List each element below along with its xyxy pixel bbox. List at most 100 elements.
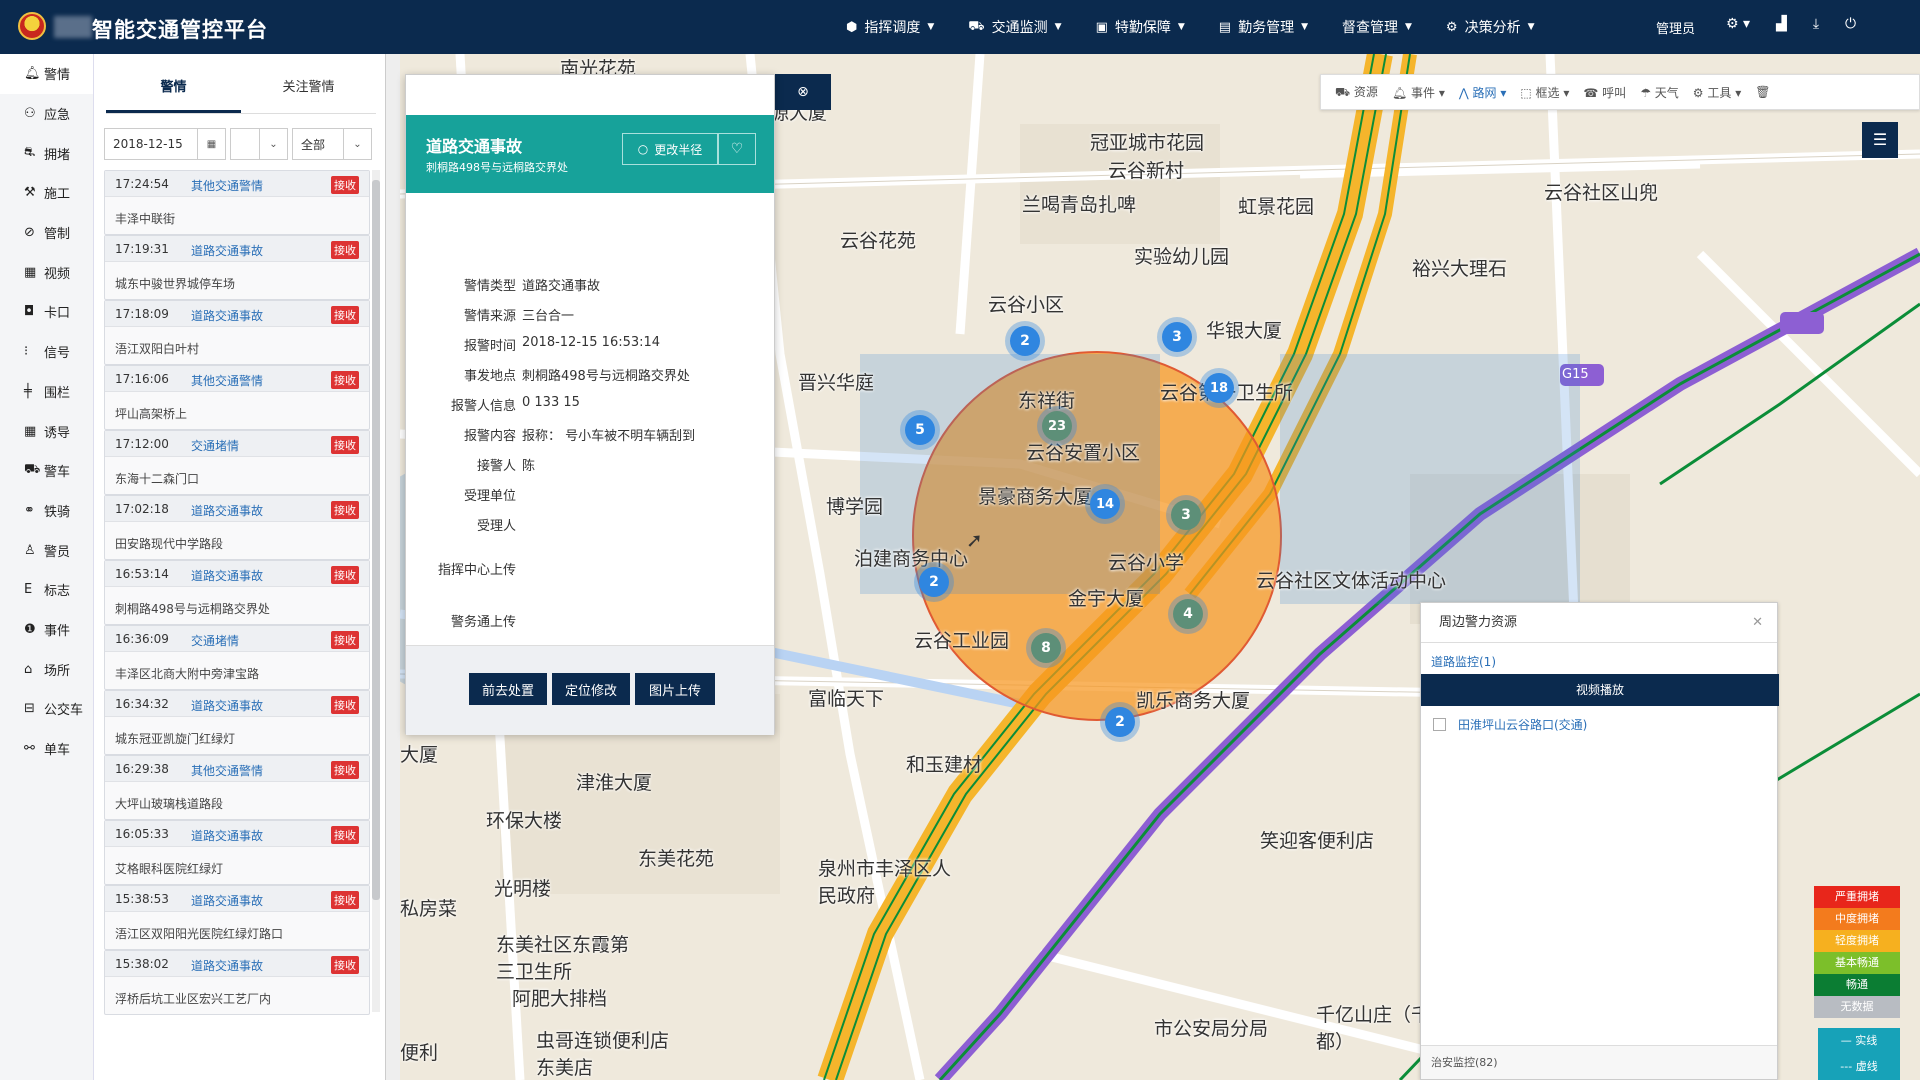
- cluster-marker[interactable]: 23: [1042, 411, 1072, 441]
- camera-item[interactable]: 田淮坪山云谷路口(交通): [1421, 706, 1777, 733]
- tool-resources[interactable]: ⛟ 资源: [1335, 83, 1378, 101]
- alert-card[interactable]: 17:19:31 道路交通事故 接收 城东中骏世界城停车场: [104, 235, 370, 300]
- date-field[interactable]: 2018-12-15 ▦: [104, 128, 226, 160]
- tab-followed-alerts[interactable]: 关注警情: [241, 74, 376, 113]
- tool-weather[interactable]: ☂ 天气: [1640, 84, 1679, 101]
- go-handle-button[interactable]: 前去处置: [469, 673, 547, 705]
- sidebar-item-motorcycle[interactable]: ⚭ 铁骑: [0, 491, 93, 531]
- cluster-marker[interactable]: 3: [1162, 322, 1192, 352]
- favorite-heart-icon[interactable]: ♡: [718, 133, 756, 165]
- alert-location: 浯江区双阳阳光医院红绿灯路口: [115, 927, 284, 941]
- tool-road-network[interactable]: ⋀ 路网 ▾: [1459, 84, 1507, 101]
- sidebar-item-guidance[interactable]: ▦ 诱导: [0, 411, 93, 451]
- detail-close-button[interactable]: ⊗: [775, 74, 831, 110]
- sidebar-item-sign[interactable]: E 标志: [0, 570, 93, 610]
- cluster-marker[interactable]: 18: [1204, 373, 1234, 403]
- map-label: 虫哥连锁便利店东美店: [536, 1030, 670, 1079]
- receive-button[interactable]: 接收: [331, 761, 359, 779]
- alert-card[interactable]: 16:34:32 道路交通事故 接收 城东冠亚凯旋门红绿灯: [104, 690, 370, 755]
- alert-card[interactable]: 16:53:14 道路交通事故 接收 刺桐路498号与远桐路交界处: [104, 560, 370, 625]
- nav-decision-analysis[interactable]: ⚙ 决策分析 ▼: [1446, 0, 1535, 54]
- detail-title: 道路交通事故: [426, 137, 523, 156]
- sidebar-item-fence[interactable]: ╪ 围栏: [0, 372, 93, 412]
- chevron-down-icon: ⌄: [343, 129, 371, 159]
- alert-card[interactable]: 16:29:38 其他交通警情 接收 大坪山玻璃栈道路段: [104, 755, 370, 820]
- tab-alerts[interactable]: 警情: [106, 74, 241, 113]
- change-radius-button[interactable]: ○ 更改半径: [622, 133, 718, 165]
- settings-icon[interactable]: ⚙ ▾: [1726, 16, 1750, 32]
- road-monitor-section[interactable]: 道路监控(1): [1421, 643, 1777, 670]
- nav-special-duty[interactable]: ▣ 特勤保障 ▼: [1096, 0, 1185, 54]
- play-video-button[interactable]: 视频播放: [1421, 674, 1779, 706]
- cluster-marker[interactable]: 8: [1031, 633, 1061, 663]
- alert-list-scrollbar-thumb[interactable]: [372, 180, 380, 900]
- sidebar-item-control[interactable]: ⊘ 管制: [0, 213, 93, 253]
- calendar-icon[interactable]: ▦: [197, 129, 225, 159]
- alert-type: 其他交通警情: [191, 374, 264, 388]
- receive-button[interactable]: 接收: [331, 826, 359, 844]
- upload-image-button[interactable]: 图片上传: [635, 673, 715, 705]
- receive-button[interactable]: 接收: [331, 436, 359, 454]
- cluster-marker[interactable]: 4: [1173, 599, 1203, 629]
- status-select[interactable]: 全部 ⌄: [292, 128, 372, 160]
- type-select[interactable]: ⌄: [230, 128, 288, 160]
- layers-menu-button[interactable]: ☰: [1862, 122, 1898, 158]
- sidebar-item-emergency[interactable]: ⚇ 应急: [0, 94, 93, 134]
- sidebar-item-congestion[interactable]: ⛐ 拥堵: [0, 133, 93, 173]
- cluster-marker[interactable]: 2: [919, 567, 949, 597]
- receive-button[interactable]: 接收: [331, 306, 359, 324]
- cluster-marker[interactable]: 2: [1105, 707, 1135, 737]
- close-icon[interactable]: ✕: [1752, 603, 1763, 643]
- alert-card[interactable]: 17:16:06 其他交通警情 接收 坪山高架桥上: [104, 365, 370, 430]
- alert-card[interactable]: 17:02:18 道路交通事故 接收 田安路现代中学路段: [104, 495, 370, 560]
- alert-card[interactable]: 17:18:09 道路交通事故 接收 浯江双阳白叶村: [104, 300, 370, 365]
- alert-card[interactable]: 15:38:53 道路交通事故 接收 浯江区双阳阳光医院红绿灯路口: [104, 885, 370, 950]
- sidebar-item-officer[interactable]: ♙ 警员: [0, 530, 93, 570]
- alert-card[interactable]: 15:38:02 道路交通事故 接收 浮桥后坑工业区宏兴工艺厂内: [104, 950, 370, 1015]
- sidebar-item-bike[interactable]: ⚯ 单车: [0, 729, 93, 769]
- sidebar-item-police-car[interactable]: ⛟ 警车: [0, 451, 93, 491]
- receive-button[interactable]: 接收: [331, 176, 359, 194]
- alert-list: 17:24:54 其他交通警情 接收 丰泽中联街 17:19:31 道路交通事故 接收 城东中…: [104, 170, 370, 1040]
- cluster-marker[interactable]: 14: [1090, 489, 1120, 519]
- receive-button[interactable]: 接收: [331, 696, 359, 714]
- trash-icon[interactable]: 🗑︎: [1755, 85, 1770, 99]
- tool-tools[interactable]: ⚙ 工具 ▾: [1693, 84, 1741, 101]
- tool-box-select[interactable]: ⬚ 框选 ▾: [1520, 84, 1569, 101]
- tool-events[interactable]: 🔔︎ 事件 ▾: [1392, 84, 1445, 101]
- alert-card[interactable]: 17:12:00 交通堵情 接收 东海十二森门口: [104, 430, 370, 495]
- receive-button[interactable]: 接收: [331, 891, 359, 909]
- cluster-marker[interactable]: 5: [905, 415, 935, 445]
- receive-button[interactable]: 接收: [331, 371, 359, 389]
- relocate-button[interactable]: 定位修改: [552, 673, 630, 705]
- sidebar-item-signal[interactable]: ⁝ 信号: [0, 332, 93, 372]
- download-icon[interactable]: ⤓: [1813, 16, 1819, 32]
- sidebar-item-construction[interactable]: ⚒ 施工: [0, 173, 93, 213]
- sidebar-item-checkpoint[interactable]: ◘ 卡口: [0, 292, 93, 332]
- sidebar-item-event[interactable]: ❶ 事件: [0, 610, 93, 650]
- tool-call[interactable]: ☎ 呼叫: [1583, 84, 1626, 101]
- sidebar-item-venue[interactable]: ⌂ 场所: [0, 649, 93, 689]
- power-icon[interactable]: ⏻: [1845, 16, 1856, 32]
- cluster-marker[interactable]: 3: [1171, 500, 1201, 530]
- chart-icon[interactable]: ▟: [1776, 16, 1787, 32]
- alert-card[interactable]: 17:24:54 其他交通警情 接收 丰泽中联街: [104, 170, 370, 235]
- nav-duty-management[interactable]: ▤ 勤务管理 ▼: [1219, 0, 1308, 54]
- receive-button[interactable]: 接收: [331, 501, 359, 519]
- alert-card[interactable]: 16:05:33 道路交通事故 接收 艾格眼科医院红绿灯: [104, 820, 370, 885]
- receive-button[interactable]: 接收: [331, 241, 359, 259]
- receive-button[interactable]: 接收: [331, 566, 359, 584]
- sidebar-item-bus[interactable]: ⊟ 公交车: [0, 689, 93, 729]
- security-monitor-section[interactable]: 治安监控(82): [1421, 1045, 1777, 1079]
- receive-button[interactable]: 接收: [331, 956, 359, 974]
- alert-card[interactable]: 16:36:09 交通堵情 接收 丰泽区北商大附中旁津宝路: [104, 625, 370, 690]
- camera-checkbox[interactable]: [1433, 718, 1446, 731]
- sidebar-item-alerts[interactable]: 🔔︎ 警情: [0, 54, 93, 94]
- cluster-marker[interactable]: 2: [1010, 326, 1040, 356]
- nav-supervision[interactable]: 督查管理 ▼: [1342, 0, 1412, 54]
- receive-button[interactable]: 接收: [331, 631, 359, 649]
- user-name[interactable]: 管理员: [1656, 18, 1695, 37]
- sidebar-item-video[interactable]: ▦ 视频: [0, 252, 93, 292]
- nav-command-dispatch[interactable]: ⬢ 指挥调度 ▼: [846, 0, 934, 54]
- nav-traffic-monitor[interactable]: ⛟ 交通监测 ▼: [968, 0, 1061, 54]
